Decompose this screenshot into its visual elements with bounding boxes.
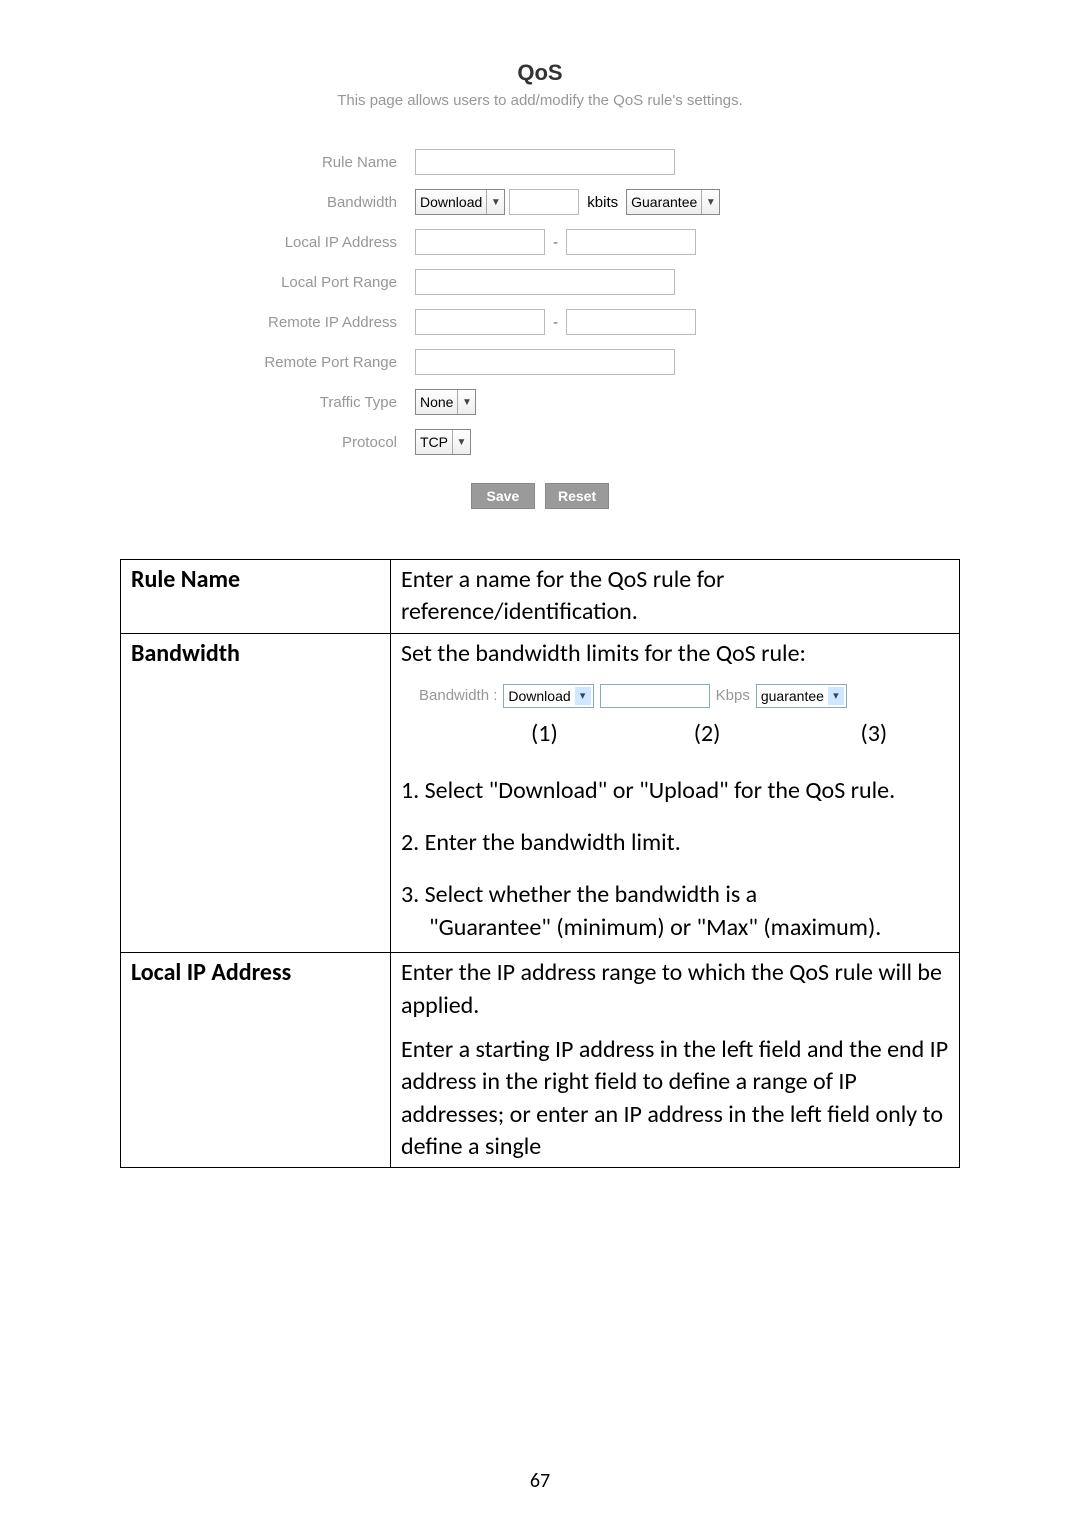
num-2: (2): [694, 718, 721, 750]
chevron-down-icon: ▼: [486, 190, 504, 214]
table-cell-bandwidth: Set the bandwidth limits for the QoS rul…: [391, 633, 960, 952]
bandwidth-example-type: guarantee: [761, 687, 824, 706]
chevron-down-icon: ▾: [575, 687, 591, 705]
bandwidth-type-value: Guarantee: [631, 194, 701, 210]
save-button[interactable]: Save: [471, 483, 535, 509]
traffic-type-value: None: [420, 394, 457, 410]
remote-ip-start-input[interactable]: [415, 309, 545, 335]
local-ip-para2: Enter a starting IP address in the left …: [401, 1034, 949, 1164]
range-dash: -: [549, 234, 562, 251]
label-protocol: Protocol: [195, 434, 415, 451]
label-remote-port: Remote Port Range: [195, 354, 415, 371]
bandwidth-example-unit: Kbps: [716, 686, 750, 706]
remote-port-input[interactable]: [415, 349, 675, 375]
chevron-down-icon: ▼: [701, 190, 719, 214]
bandwidth-example-dir: Download: [508, 687, 570, 706]
bandwidth-step-3b: "Guarantee" (minimum) or "Max" (maximum)…: [401, 912, 949, 944]
bandwidth-unit: kbits: [583, 194, 622, 211]
local-ip-para1: Enter the IP address range to which the …: [401, 957, 949, 1022]
bandwidth-example-dir-select: Download ▾: [503, 684, 593, 708]
range-dash: -: [549, 314, 562, 331]
label-traffic-type: Traffic Type: [195, 394, 415, 411]
local-ip-end-input[interactable]: [566, 229, 696, 255]
chevron-down-icon: ▼: [452, 430, 470, 454]
label-remote-ip: Remote IP Address: [195, 314, 415, 331]
qos-title: QoS: [120, 60, 960, 86]
chevron-down-icon: ▾: [828, 687, 844, 705]
rule-name-input[interactable]: [415, 149, 675, 175]
table-cell-local-ip: Enter the IP address range to which the …: [391, 953, 960, 1168]
qos-form: Rule Name Bandwidth Download ▼ kbits Gua…: [195, 149, 885, 509]
table-cell-rule-name: Enter a name for the QoS rule for refere…: [391, 560, 960, 634]
description-table: Rule Name Enter a name for the QoS rule …: [120, 559, 960, 1168]
bandwidth-number-row: (1) (2) (3): [419, 718, 949, 750]
local-port-input[interactable]: [415, 269, 675, 295]
protocol-value: TCP: [420, 434, 452, 450]
table-header-bandwidth: Bandwidth: [121, 633, 391, 952]
bandwidth-type-select[interactable]: Guarantee ▼: [626, 189, 720, 215]
label-bandwidth: Bandwidth: [195, 194, 415, 211]
bandwidth-value-input[interactable]: [509, 189, 579, 215]
remote-ip-end-input[interactable]: [566, 309, 696, 335]
chevron-down-icon: ▼: [457, 390, 475, 414]
bandwidth-step-1: 1. Select "Download" or "Upload" for the…: [401, 775, 949, 807]
bandwidth-example: Bandwidth : Download ▾ Kbps guarantee ▾: [419, 684, 949, 708]
bandwidth-example-value: [600, 684, 710, 708]
bandwidth-direction-select[interactable]: Download ▼: [415, 189, 505, 215]
bandwidth-intro: Set the bandwidth limits for the QoS rul…: [401, 638, 949, 670]
bandwidth-direction-value: Download: [420, 194, 486, 210]
bandwidth-example-label: Bandwidth :: [419, 686, 497, 706]
label-local-port: Local Port Range: [195, 274, 415, 291]
protocol-select[interactable]: TCP ▼: [415, 429, 471, 455]
num-3: (3): [860, 718, 887, 750]
page-number: 67: [0, 1469, 1080, 1493]
bandwidth-step-3a: 3. Select whether the bandwidth is a: [401, 879, 949, 911]
reset-button[interactable]: Reset: [545, 483, 609, 509]
num-1: (1): [531, 718, 558, 750]
local-ip-start-input[interactable]: [415, 229, 545, 255]
label-local-ip: Local IP Address: [195, 234, 415, 251]
bandwidth-example-type-select: guarantee ▾: [756, 684, 847, 708]
bandwidth-step-2: 2. Enter the bandwidth limit.: [401, 827, 949, 859]
table-header-local-ip: Local IP Address: [121, 953, 391, 1168]
qos-subtitle: This page allows users to add/modify the…: [120, 92, 960, 109]
label-rule-name: Rule Name: [195, 154, 415, 171]
traffic-type-select[interactable]: None ▼: [415, 389, 476, 415]
table-header-rule-name: Rule Name: [121, 560, 391, 634]
